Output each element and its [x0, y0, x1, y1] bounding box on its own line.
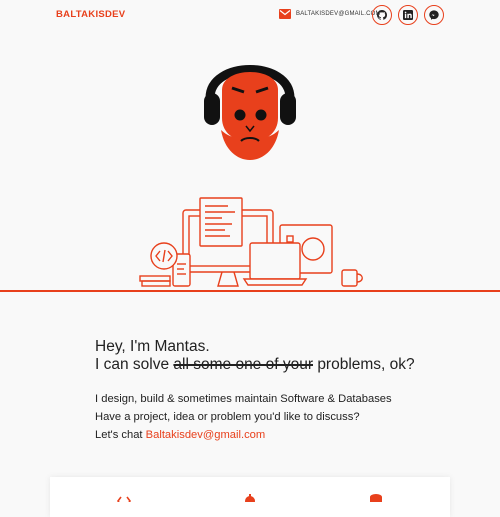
- ground-line: [0, 290, 500, 292]
- code-icon: [117, 494, 131, 502]
- linkedin-icon: [403, 10, 413, 20]
- site-logo[interactable]: BALTAKISDEV: [56, 9, 125, 20]
- solve-line: I can solve all some one of your problem…: [95, 356, 455, 374]
- database-icon: [369, 494, 383, 502]
- chat-line: Let's chat Baltakisdev@gmail.com: [95, 426, 465, 444]
- hero-illustration: [139, 65, 363, 287]
- github-icon: [377, 10, 387, 20]
- gear-icon: [243, 494, 257, 502]
- messenger-button[interactable]: [424, 5, 444, 25]
- chat-email-link[interactable]: Baltakisdev@gmail.com: [146, 429, 266, 441]
- intro-body: I design, build & sometimes maintain Sof…: [95, 390, 465, 444]
- greeting-text: Hey, I'm Mantas.: [95, 338, 210, 355]
- intro-heading: Hey, I'm Mantas. I can solve all some on…: [95, 338, 455, 374]
- messenger-icon: [429, 10, 439, 20]
- intro-line-1: I design, build & sometimes maintain Sof…: [95, 393, 392, 405]
- email-text: BALTAKISDEV@GMAIL.COM: [296, 11, 381, 17]
- github-button[interactable]: [372, 5, 392, 25]
- chat-prefix: Let's chat: [95, 429, 143, 441]
- services-card: [50, 477, 450, 517]
- struck-text: all some one of your: [173, 356, 313, 373]
- top-bar: BALTAKISDEV BALTAKISDEV@GMAIL.COM: [0, 0, 500, 30]
- solve-suffix: problems, ok?: [317, 356, 415, 373]
- linkedin-button[interactable]: [398, 5, 418, 25]
- solve-prefix: I can solve: [95, 356, 170, 373]
- avatar-illustration: [204, 65, 296, 160]
- mail-icon: [279, 9, 291, 19]
- workspace-illustration: [139, 197, 363, 287]
- intro-line-2: Have a project, idea or problem you'd li…: [95, 411, 360, 423]
- email-link[interactable]: BALTAKISDEV@GMAIL.COM: [279, 8, 381, 20]
